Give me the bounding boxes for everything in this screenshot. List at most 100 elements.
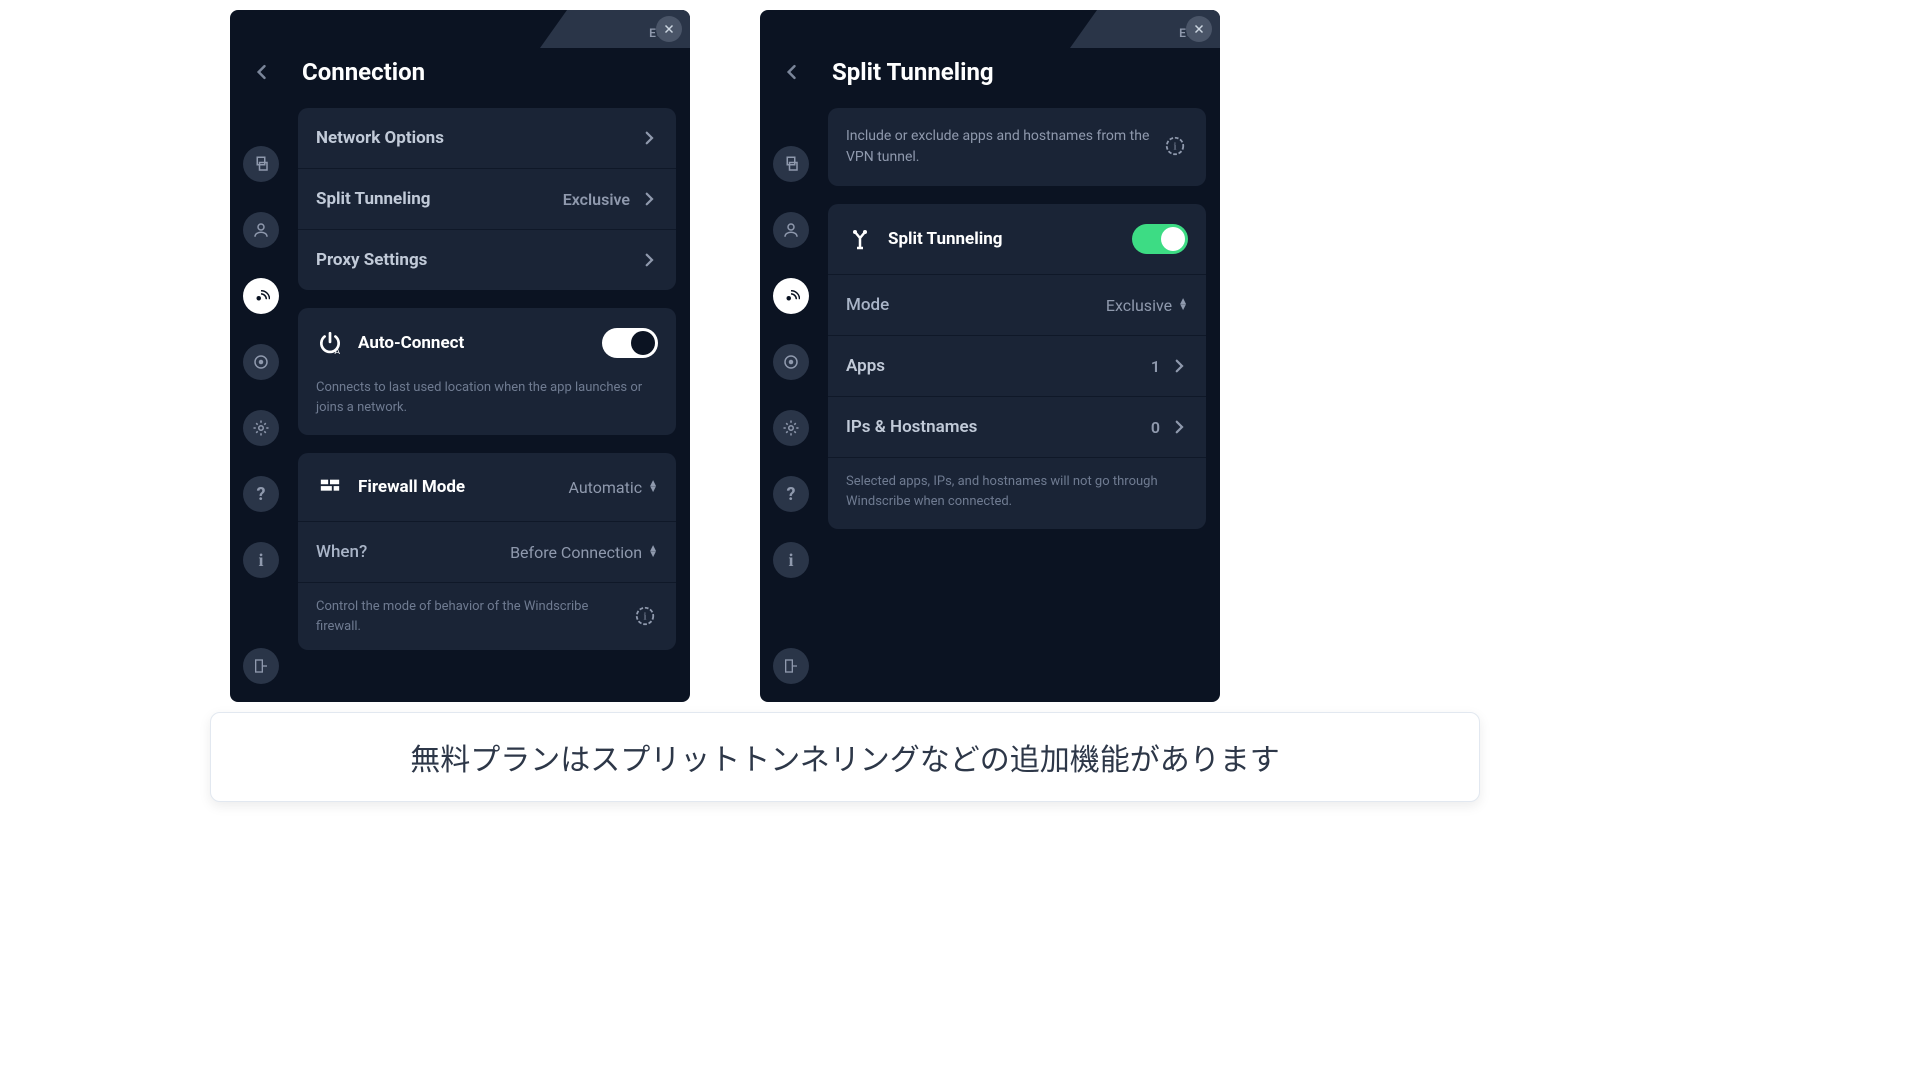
power-icon: A [316,329,344,357]
back-button[interactable] [776,56,808,88]
sidebar-logout-icon[interactable] [773,648,809,684]
sidebar-connection-icon[interactable] [243,278,279,314]
chevron-right-icon [1170,418,1188,436]
updown-icon: ▲▼ [648,546,658,558]
intro-card: Include or exclude apps and hostnames fr… [828,108,1206,186]
chevron-right-icon [640,190,658,208]
chevron-right-icon [640,129,658,147]
ips-label: IPs & Hostnames [846,417,1151,437]
sidebar-settings-icon[interactable] [773,410,809,446]
ips-row[interactable]: IPs & Hostnames 0 [828,397,1206,458]
nav-card: Network Options Split Tunneling Exclusiv… [298,108,676,290]
back-button[interactable] [246,56,278,88]
mode-label: Mode [846,295,1106,315]
sidebar: ? i [230,104,292,696]
sidebar-account-icon[interactable] [243,212,279,248]
svg-text:i: i [1173,141,1176,153]
ips-count: 0 [1151,418,1160,437]
question-icon: ? [257,484,266,505]
row-label: Split Tunneling [316,189,563,209]
firewall-desc-row: Control the mode of behavior of the Wind… [298,583,676,650]
mode-selector[interactable]: Exclusive ▲▼ [1106,296,1188,315]
firewall-when-row[interactable]: When? Before Connection ▲▼ [298,522,676,583]
close-icon [662,22,676,36]
apps-label: Apps [846,356,1151,376]
connection-panel: Connection ESC ? i Network Options Split… [230,10,690,702]
when-label: When? [316,542,510,562]
firewall-mode-selector[interactable]: Automatic ▲▼ [568,478,658,497]
network-options-row[interactable]: Network Options [298,108,676,169]
svg-text:i: i [643,610,646,622]
sidebar-about-icon[interactable]: i [243,542,279,578]
sidebar-connection-icon[interactable] [773,278,809,314]
panel-topbar [230,10,690,48]
split-tunneling-row[interactable]: Split Tunneling Exclusive [298,169,676,230]
split-card: Split Tunneling Mode Exclusive ▲▼ Apps 1 [828,204,1206,529]
firewall-icon [316,473,344,501]
firewall-mode-row[interactable]: Firewall Mode Automatic ▲▼ [298,453,676,522]
satellite-icon [252,287,270,305]
split-icon [846,225,874,253]
panel-title: Split Tunneling [832,58,994,86]
person-icon [252,221,270,239]
layers-icon [782,155,800,173]
close-button[interactable] [656,16,682,42]
proxy-settings-row[interactable]: Proxy Settings [298,230,676,290]
selector-value: Before Connection [510,543,642,562]
selector-value: Exclusive [1106,296,1172,315]
mode-row[interactable]: Mode Exclusive ▲▼ [828,275,1206,336]
panel-topbar [760,10,1220,48]
info-button[interactable]: i [1164,135,1188,159]
person-icon [782,221,800,239]
selector-value: Automatic [568,478,642,497]
logout-icon [783,658,799,674]
info-button[interactable]: i [634,605,658,629]
auto-connect-card: A Auto-Connect Connects to last used loc… [298,308,676,435]
row-label: Proxy Settings [316,250,640,270]
split-toggle-row: Split Tunneling [828,204,1206,275]
sidebar-help-icon[interactable]: ? [773,476,809,512]
sidebar-help-icon[interactable]: ? [243,476,279,512]
sidebar-general-icon[interactable] [243,146,279,182]
sidebar-logout-icon[interactable] [243,648,279,684]
firewall-when-selector[interactable]: Before Connection ▲▼ [510,543,658,562]
firewall-label: Firewall Mode [358,477,568,497]
svg-text:A: A [334,347,340,356]
intro-text: Include or exclude apps and hostnames fr… [846,126,1154,168]
split-tunneling-panel: Split Tunneling ESC ? i Include or exclu… [760,10,1220,702]
intro-row: Include or exclude apps and hostnames fr… [828,108,1206,186]
content: Network Options Split Tunneling Exclusiv… [292,104,690,696]
split-toggle[interactable] [1132,224,1188,254]
question-icon: ? [787,484,796,505]
auto-connect-row: A Auto-Connect [298,308,676,378]
apps-row[interactable]: Apps 1 [828,336,1206,397]
layers-icon [252,155,270,173]
split-label: Split Tunneling [888,229,1132,249]
chevron-right-icon [640,251,658,269]
content: Include or exclude apps and hostnames fr… [822,104,1220,696]
info-icon: i [258,550,263,571]
split-footer-desc: Selected apps, IPs, and hostnames will n… [828,458,1206,529]
info-icon: i [788,550,793,571]
firewall-card: Firewall Mode Automatic ▲▼ When? Before … [298,453,676,650]
apps-count: 1 [1151,357,1160,376]
sidebar-robert-icon[interactable] [243,344,279,380]
row-label: Network Options [316,128,640,148]
chevron-left-icon [782,62,802,82]
updown-icon: ▲▼ [1178,299,1188,311]
satellite-icon [782,287,800,305]
sidebar-settings-icon[interactable] [243,410,279,446]
auto-connect-toggle[interactable] [602,328,658,358]
sidebar-robert-icon[interactable] [773,344,809,380]
panel-title: Connection [302,58,425,86]
chevron-right-icon [1170,357,1188,375]
panel-header: Connection ESC [230,48,690,104]
sidebar-about-icon[interactable]: i [773,542,809,578]
logout-icon [253,658,269,674]
sidebar: ? i [760,104,822,696]
sidebar-account-icon[interactable] [773,212,809,248]
row-value: Exclusive [563,190,630,209]
sidebar-general-icon[interactable] [773,146,809,182]
chevron-left-icon [252,62,272,82]
close-button[interactable] [1186,16,1212,42]
